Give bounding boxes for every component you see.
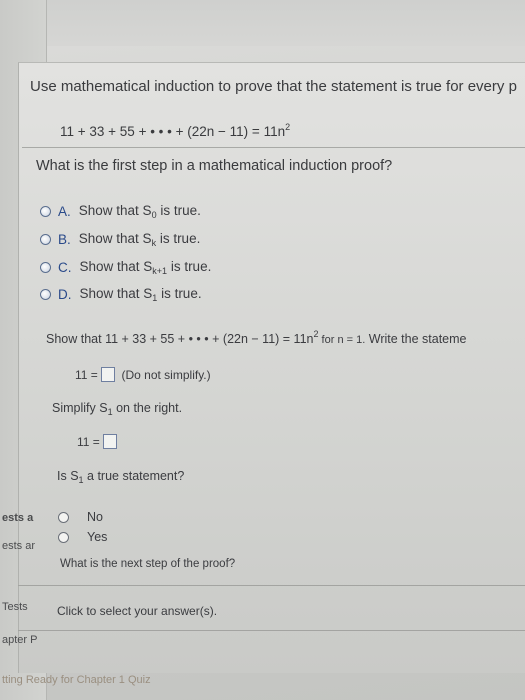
simplify-text-post: on the right. (112, 401, 183, 415)
option-b[interactable]: B. Show that Sk is true. (40, 231, 200, 248)
radio-icon[interactable] (40, 262, 51, 273)
simplify-text: Simplify S (52, 401, 108, 415)
sidebar-item-tests[interactable]: ests a (2, 512, 33, 524)
sidebar-item-tests-2[interactable]: ests ar (2, 540, 35, 552)
base-case-equation: 11 = (Do not simplify.) (75, 367, 211, 382)
option-letter: D. (58, 287, 72, 302)
option-d[interactable]: D. Show that S1 is true. (40, 286, 202, 303)
select-answer-button[interactable]: Click to select your answer(s). (57, 604, 217, 618)
true-question-text: Is S (57, 469, 79, 483)
first-step-prompt: What is the first step in a mathematical… (36, 158, 393, 174)
simplify-instruction: Simplify S1 on the right. (52, 401, 182, 417)
page: Use mathematical induction to prove that… (0, 0, 525, 700)
option-c[interactable]: C. Show that Sk+1 is true. (40, 259, 211, 276)
hint-text: (Do not simplify.) (121, 368, 211, 382)
option-label: Show that S1 is true. (80, 286, 202, 303)
divider (18, 630, 525, 631)
option-text: Show that S (79, 259, 153, 274)
choice-label: Yes (87, 530, 108, 544)
sidebar-item-tests-3[interactable]: Tests (2, 601, 28, 613)
option-text: Show that S (78, 231, 152, 246)
footer-link[interactable]: tting Ready for Chapter 1 Quiz (2, 674, 151, 686)
true-question-text-post: a true statement? (83, 469, 185, 483)
radio-icon[interactable] (58, 531, 69, 543)
sidebar-item-chapter[interactable]: apter P (2, 634, 37, 646)
instruction-text: Show that 11 + 33 + 55 + • • • + (22n − … (46, 332, 314, 346)
answer-box-1[interactable] (101, 367, 116, 382)
radio-icon[interactable] (40, 289, 51, 300)
option-subscript: k+1 (152, 266, 168, 276)
instruction-tail: Write the stateme (365, 332, 467, 346)
statement-equation: 11 + 33 + 55 + • • • + (22n − 11) = 11n2 (60, 122, 290, 139)
divider (18, 585, 525, 586)
divider (22, 147, 525, 148)
answer-box-2[interactable] (103, 434, 118, 449)
option-text-post: is true. (157, 286, 202, 301)
option-label: Show that Sk+1 is true. (80, 259, 212, 276)
radio-icon[interactable] (40, 234, 51, 245)
option-letter: B. (58, 232, 71, 247)
choice-no[interactable]: No (58, 510, 103, 524)
choice-yes[interactable]: Yes (58, 530, 107, 544)
question-text: Use mathematical induction to prove that… (30, 78, 517, 95)
option-text: Show that S (78, 203, 152, 218)
top-bar (0, 0, 525, 46)
next-step-prompt: What is the next step of the proof? (60, 558, 236, 570)
option-text-post: is true. (156, 231, 201, 246)
simplified-equation: 11 = (77, 434, 118, 449)
statement-exponent: 2 (285, 122, 291, 132)
option-text-post: is true. (156, 203, 201, 218)
base-case-instruction: Show that 11 + 33 + 55 + • • • + (22n − … (46, 329, 466, 346)
option-label: Show that Sk is true. (79, 231, 201, 248)
option-text-post: is true. (167, 259, 212, 274)
radio-icon[interactable] (40, 206, 51, 217)
option-label: Show that S0 is true. (79, 203, 201, 220)
radio-icon[interactable] (58, 511, 69, 523)
instruction-condition: for n = 1. (318, 334, 366, 346)
choice-label: No (87, 510, 103, 524)
statement-equation-text: 11 + 33 + 55 + • • • + (22n − 11) = 11n (60, 124, 286, 139)
equation-left: 11 = (75, 368, 98, 382)
option-a[interactable]: A. Show that S0 is true. (40, 203, 201, 220)
option-letter: A. (58, 204, 71, 219)
true-statement-question: Is S1 a true statement? (57, 469, 184, 485)
equation-left: 11 = (77, 435, 100, 449)
option-letter: C. (58, 260, 72, 275)
option-text: Show that S (79, 286, 153, 301)
